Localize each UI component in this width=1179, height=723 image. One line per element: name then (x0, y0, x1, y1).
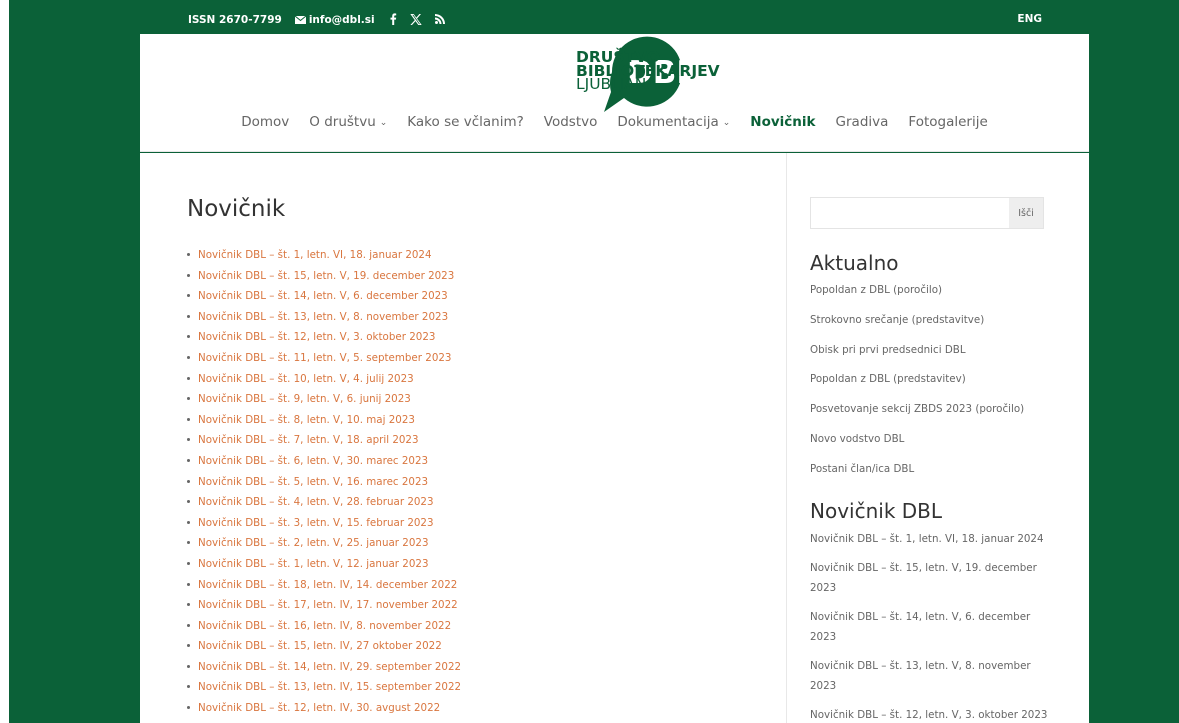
envelope-icon (294, 16, 306, 24)
logo-line-3: LJUBLJANA (576, 75, 657, 93)
aktualno-link[interactable]: Postani član/ica DBL (810, 459, 1050, 489)
novicnik-widget-link[interactable]: Novičnik DBL – št. 14, letn. V, 6. decem… (810, 607, 1050, 647)
search-button[interactable]: Išči (1009, 198, 1043, 228)
nav-item-novicnik[interactable]: Novičnik (740, 114, 825, 130)
chevron-down-icon: ⌄ (722, 118, 731, 128)
chevron-down-icon: ⌄ (379, 118, 388, 128)
newsletter-link[interactable]: Novičnik DBL – št. 13, letn. IV, 15. sep… (187, 680, 461, 701)
newsletter-link[interactable]: Novičnik DBL – št. 15, letn. V, 19. dece… (187, 269, 461, 290)
sidebar: Išči Aktualno Popoldan z DBL (poročilo) … (786, 153, 1089, 723)
newsletter-link[interactable]: Novičnik DBL – št. 15, letn. IV, 27 okto… (187, 639, 461, 660)
aktualno-link[interactable]: Posvetovanje sekcij ZBDS 2023 (poročilo) (810, 399, 1050, 429)
newsletter-link[interactable]: Novičnik DBL – št. 12, letn. IV, 30. avg… (187, 701, 461, 722)
aktualno-link[interactable]: Strokovno srečanje (predstavitve) (810, 310, 1050, 340)
newsletter-link[interactable]: Novičnik DBL – št. 11, letn. V, 5. septe… (187, 351, 461, 372)
newsletter-link[interactable]: Novičnik DBL – št. 9, letn. V, 6. junij … (187, 392, 461, 413)
site-header: DBL DRUŠTVO BIBLIOTEKARJEV LJUBLJANA Dom… (140, 34, 1089, 152)
newsletter-list: Novičnik DBL – št. 1, letn. VI, 18. janu… (187, 248, 461, 722)
newsletter-link[interactable]: Novičnik DBL – št. 8, letn. V, 10. maj 2… (187, 413, 461, 434)
nav-item-dokumentacija[interactable]: Dokumentacija ⌄ (607, 114, 740, 130)
page-title: Novičnik (187, 196, 286, 222)
novicnik-widget-link[interactable]: Novičnik DBL – št. 15, letn. V, 19. dece… (810, 558, 1050, 598)
novicnik-widget-list: Novičnik DBL – št. 1, letn. VI, 18. janu… (810, 529, 1050, 723)
newsletter-link[interactable]: Novičnik DBL – št. 1, letn. VI, 18. janu… (187, 248, 461, 269)
nav-item-vodstvo[interactable]: Vodstvo (534, 114, 608, 130)
nav-item-o-drustvu[interactable]: O društvu ⌄ (299, 114, 397, 130)
logo-wordmark: DRUŠTVO BIBLIOTEKARJEV LJUBLJANA (576, 50, 720, 93)
nav-item-kako-se-vclanim[interactable]: Kako se včlanim? (397, 114, 533, 130)
novicnik-widget-link[interactable]: Novičnik DBL – št. 12, letn. V, 3. oktob… (810, 705, 1050, 723)
newsletter-link[interactable]: Novičnik DBL – št. 13, letn. V, 8. novem… (187, 310, 461, 331)
top-bar: ISSN 2670-7799 info@dbl.si ENG (140, 0, 1089, 34)
newsletter-link[interactable]: Novičnik DBL – št. 16, letn. IV, 8. nove… (187, 619, 461, 640)
newsletter-link[interactable]: Novičnik DBL – št. 14, letn. V, 6. decem… (187, 289, 461, 310)
newsletter-link[interactable]: Novičnik DBL – št. 2, letn. V, 25. janua… (187, 536, 461, 557)
main-navigation: Domov O društvu ⌄ Kako se včlanim? Vodstv… (140, 114, 1089, 130)
newsletter-link[interactable]: Novičnik DBL – št. 7, letn. V, 18. april… (187, 433, 461, 454)
rss-icon[interactable] (434, 14, 445, 26)
search-form: Išči (810, 197, 1044, 229)
facebook-icon[interactable] (389, 13, 397, 27)
aktualno-link[interactable]: Popoldan z DBL (predstavitev) (810, 369, 1050, 399)
newsletter-link[interactable]: Novičnik DBL – št. 6, letn. V, 30. marec… (187, 454, 461, 475)
newsletter-link[interactable]: Novičnik DBL – št. 18, letn. IV, 14. dec… (187, 578, 461, 599)
novicnik-widget-link[interactable]: Novičnik DBL – št. 13, letn. V, 8. novem… (810, 656, 1050, 696)
aktualno-title: Aktualno (810, 251, 899, 275)
search-input[interactable] (811, 198, 1009, 228)
aktualno-list: Popoldan z DBL (poročilo) Strokovno sreč… (810, 280, 1050, 489)
email-link[interactable]: info@dbl.si (294, 14, 375, 26)
newsletter-link[interactable]: Novičnik DBL – št. 17, letn. IV, 17. nov… (187, 598, 461, 619)
newsletter-link[interactable]: Novičnik DBL – št. 5, letn. V, 16. marec… (187, 475, 461, 496)
newsletter-link[interactable]: Novičnik DBL – št. 3, letn. V, 15. febru… (187, 516, 461, 537)
novicnik-widget-title: Novičnik DBL (810, 499, 943, 523)
newsletter-link[interactable]: Novičnik DBL – št. 12, letn. V, 3. oktob… (187, 330, 461, 351)
nav-item-domov[interactable]: Domov (231, 114, 299, 130)
nav-item-gradiva[interactable]: Gradiva (826, 114, 899, 130)
nav-item-fotogalerije[interactable]: Fotogalerije (898, 114, 997, 130)
main-content: Novičnik Novičnik DBL – št. 1, letn. VI,… (140, 153, 786, 723)
email-text: info@dbl.si (308, 14, 375, 26)
aktualno-link[interactable]: Popoldan z DBL (poročilo) (810, 280, 1050, 310)
page-container: ISSN 2670-7799 info@dbl.si ENG DBL DRUŠT… (140, 0, 1089, 723)
newsletter-link[interactable]: Novičnik DBL – št. 1, letn. V, 12. janua… (187, 557, 461, 578)
top-bar-left: ISSN 2670-7799 info@dbl.si (188, 13, 458, 27)
aktualno-link[interactable]: Novo vodstvo DBL (810, 429, 1050, 459)
language-switch[interactable]: ENG (1017, 13, 1042, 25)
newsletter-link[interactable]: Novičnik DBL – št. 10, letn. V, 4. julij… (187, 372, 461, 393)
issn-text: ISSN 2670-7799 (188, 14, 282, 26)
aktualno-link[interactable]: Obisk pri prvi predsednici DBL (810, 340, 1050, 370)
x-twitter-icon[interactable] (409, 13, 422, 27)
newsletter-link[interactable]: Novičnik DBL – št. 14, letn. IV, 29. sep… (187, 660, 461, 681)
newsletter-link[interactable]: Novičnik DBL – št. 4, letn. V, 28. febru… (187, 495, 461, 516)
novicnik-widget-link[interactable]: Novičnik DBL – št. 1, letn. VI, 18. janu… (810, 529, 1050, 549)
